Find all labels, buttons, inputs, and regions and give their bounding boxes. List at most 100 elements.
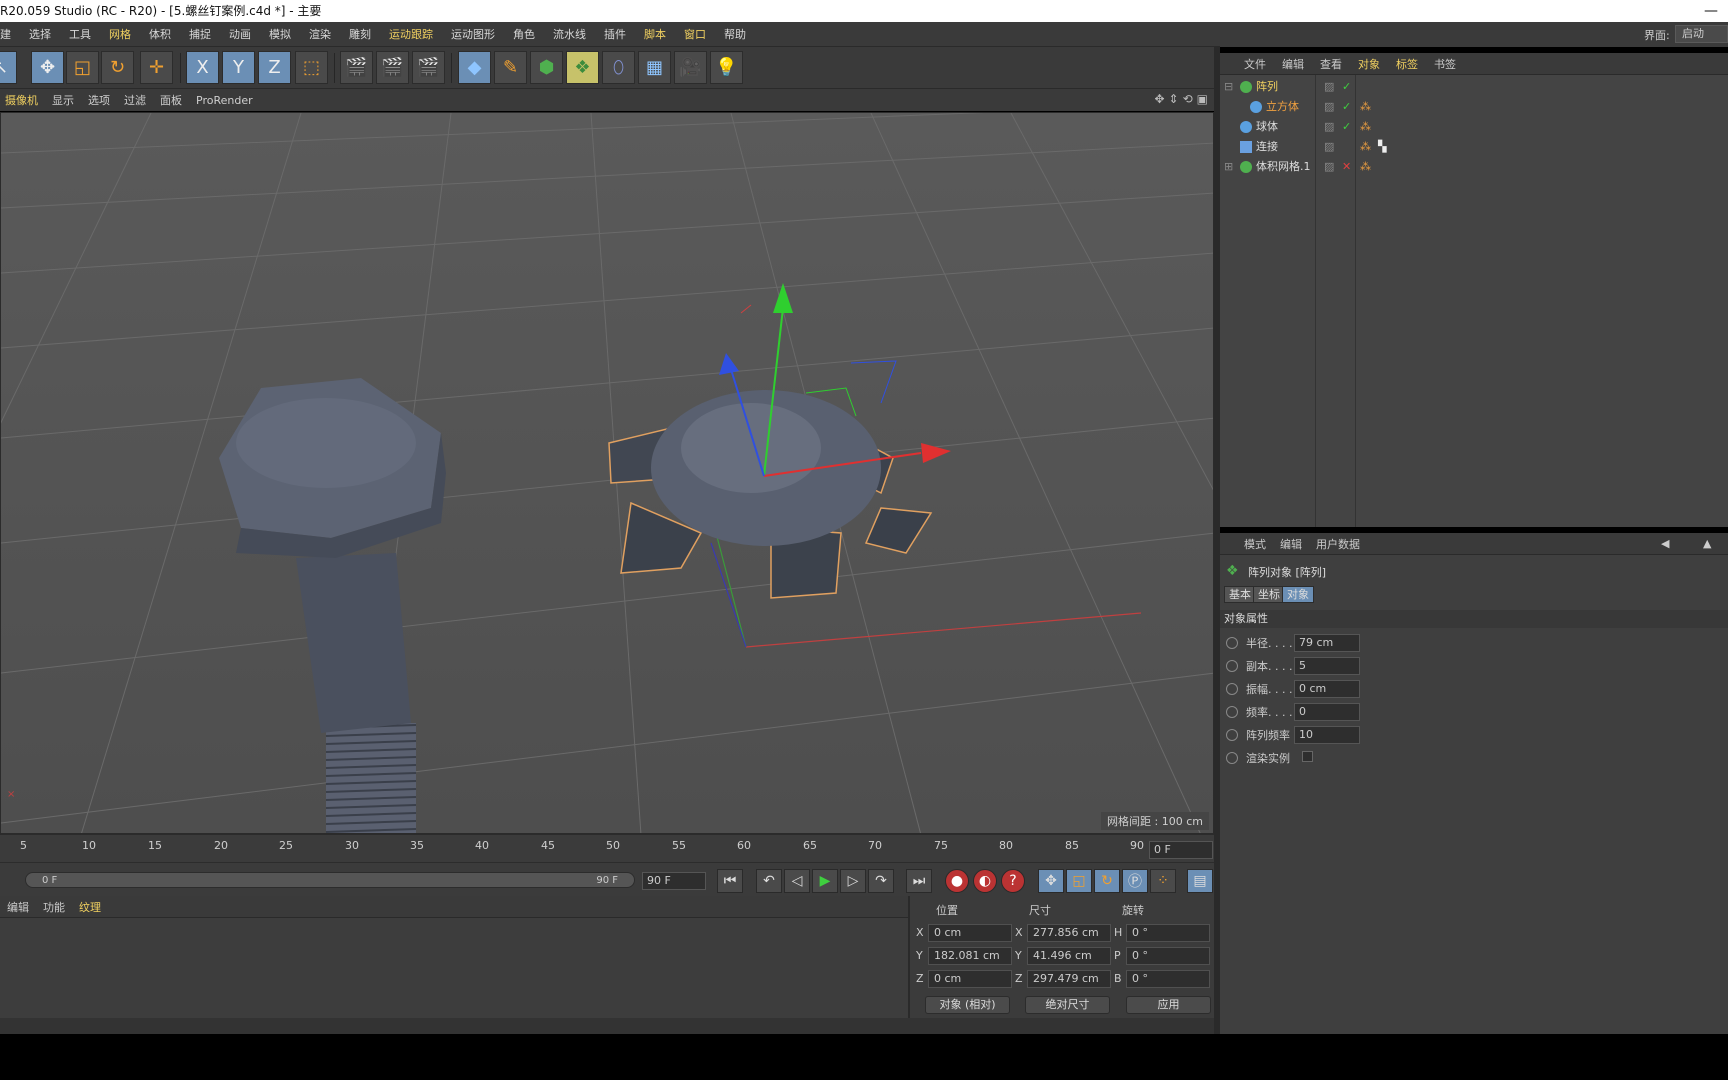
keyframe-selection-icon[interactable]: ? bbox=[1001, 869, 1025, 893]
menu-item-motion-tracking[interactable]: 运动跟踪 bbox=[380, 26, 442, 42]
render-instances-checkbox[interactable] bbox=[1302, 751, 1313, 762]
z-axis-icon[interactable]: Z bbox=[258, 51, 291, 84]
key-move-icon[interactable]: ✥ bbox=[1038, 869, 1064, 893]
record-icon[interactable]: ● bbox=[945, 869, 969, 893]
visible-check-icon[interactable]: ✓ bbox=[1342, 77, 1351, 97]
edit-icon[interactable]: ▨ bbox=[1324, 137, 1334, 157]
am-menu-mode[interactable]: 模式 bbox=[1220, 536, 1273, 552]
render-settings-icon[interactable]: 🎬 bbox=[412, 51, 445, 84]
radius-field[interactable]: 79 cm bbox=[1294, 634, 1360, 652]
select-icon[interactable]: ↖ bbox=[0, 51, 17, 84]
viewport-menu-panel[interactable]: 面板 bbox=[153, 92, 189, 108]
render-picture-icon[interactable]: 🎬 bbox=[376, 51, 409, 84]
rotate-icon[interactable]: ↻ bbox=[101, 51, 134, 84]
menu-item-plugins[interactable]: 插件 bbox=[595, 26, 635, 42]
menu-item-pipeline[interactable]: 流水线 bbox=[544, 26, 595, 42]
edit-icon[interactable]: ▨ bbox=[1324, 97, 1334, 117]
go-to-end-icon[interactable]: ⏭ bbox=[906, 869, 932, 893]
om-menu-objects[interactable]: 对象 bbox=[1350, 56, 1388, 72]
end-frame-field[interactable]: 90 F bbox=[642, 872, 706, 890]
camera-icon[interactable]: 🎥 bbox=[674, 51, 707, 84]
pos-z-field[interactable]: 0 cm bbox=[928, 970, 1012, 988]
previous-key-icon[interactable]: ↶ bbox=[756, 869, 782, 893]
rot-b-field[interactable]: 0 ° bbox=[1126, 970, 1210, 988]
pos-x-field[interactable]: 0 cm bbox=[928, 924, 1012, 942]
tab-object[interactable]: 对象 bbox=[1282, 586, 1314, 603]
play-icon[interactable]: ▶ bbox=[812, 869, 838, 893]
animate-radio-icon[interactable] bbox=[1226, 683, 1238, 695]
menu-item-script[interactable]: 脚本 bbox=[635, 26, 675, 42]
current-frame-field[interactable]: 0 F bbox=[1149, 841, 1213, 859]
next-key-icon[interactable]: ↷ bbox=[868, 869, 894, 893]
timeline-window-icon[interactable]: ▤ bbox=[1187, 869, 1213, 893]
timeline-ruler[interactable]: 5 10 15 20 25 30 35 40 45 50 55 60 65 70… bbox=[0, 834, 1214, 862]
rot-p-field[interactable]: 0 ° bbox=[1126, 947, 1210, 965]
animate-radio-icon[interactable] bbox=[1226, 637, 1238, 649]
size-x-field[interactable]: 277.856 cm bbox=[1027, 924, 1111, 942]
coordinate-system-icon[interactable]: ⬚ bbox=[295, 51, 328, 84]
disabled-x-icon[interactable]: ✕ bbox=[1342, 157, 1351, 177]
x-axis-icon[interactable]: X bbox=[186, 51, 219, 84]
subdivision-icon[interactable]: ⬢ bbox=[530, 51, 563, 84]
y-axis-icon[interactable]: Y bbox=[222, 51, 255, 84]
menu-item-render[interactable]: 渲染 bbox=[300, 26, 340, 42]
rot-h-field[interactable]: 0 ° bbox=[1126, 924, 1210, 942]
copies-field[interactable]: 5 bbox=[1294, 657, 1360, 675]
frame-range-slider[interactable]: 0 F 90 F bbox=[25, 872, 635, 888]
tab-basic[interactable]: 基本 bbox=[1224, 586, 1256, 603]
menu-item-mograph[interactable]: 运动图形 bbox=[442, 26, 504, 42]
scale-icon[interactable]: ◱ bbox=[66, 51, 99, 84]
viewport-menu-filter[interactable]: 过滤 bbox=[117, 92, 153, 108]
edit-icon[interactable]: ▨ bbox=[1324, 77, 1334, 97]
tag-icon[interactable]: ⁂ bbox=[1360, 97, 1371, 117]
array-frequency-field[interactable]: 10 bbox=[1294, 726, 1360, 744]
expand-icon[interactable]: ⊟ bbox=[1224, 77, 1233, 97]
tag-icon[interactable]: ⁂ bbox=[1360, 117, 1371, 137]
tag-icon[interactable]: ⁂ bbox=[1360, 157, 1371, 177]
pos-y-field[interactable]: 182.081 cm bbox=[928, 947, 1012, 965]
animate-radio-icon[interactable] bbox=[1226, 752, 1238, 764]
coord-mode-select[interactable]: 对象 (相对) bbox=[925, 996, 1010, 1014]
menu-item-select[interactable]: 选择 bbox=[20, 26, 60, 42]
viewport-nav-icons[interactable]: ✥⇕⟲▣ bbox=[1154, 92, 1212, 106]
animate-radio-icon[interactable] bbox=[1226, 729, 1238, 741]
3d-viewport[interactable]: × 网格间距 : 100 cm bbox=[0, 112, 1214, 834]
up-arrow-icon[interactable]: ▲ bbox=[1696, 537, 1718, 550]
menu-item-window[interactable]: 窗口 bbox=[675, 26, 715, 42]
object-row-cube[interactable]: 立方体 ▨ ✓ ⁂ bbox=[1220, 97, 1728, 117]
key-rotate-icon[interactable]: ↻ bbox=[1094, 869, 1120, 893]
om-menu-file[interactable]: 文件 bbox=[1220, 56, 1274, 72]
back-arrow-icon[interactable]: ◀ bbox=[1654, 537, 1676, 550]
viewport-menu-options[interactable]: 选项 bbox=[81, 92, 117, 108]
menu-item-mesh[interactable]: 网格 bbox=[100, 26, 140, 42]
menu-item-build[interactable]: 建 bbox=[0, 26, 20, 42]
om-menu-bookmarks[interactable]: 书签 bbox=[1426, 56, 1464, 72]
object-row-volume-mesher[interactable]: ⊞ 体积网格.1 ▨ ✕ ⁂ bbox=[1220, 157, 1728, 177]
viewport-menu-display[interactable]: 显示 bbox=[45, 92, 81, 108]
menu-item-animate[interactable]: 动画 bbox=[220, 26, 260, 42]
animate-radio-icon[interactable] bbox=[1226, 706, 1238, 718]
pen-icon[interactable]: ✎ bbox=[494, 51, 527, 84]
next-frame-icon[interactable]: ▷ bbox=[840, 869, 866, 893]
texture-tag-icon[interactable]: ▚ bbox=[1378, 137, 1386, 157]
light-icon[interactable]: 💡 bbox=[710, 51, 743, 84]
menu-item-snap[interactable]: 捕捉 bbox=[180, 26, 220, 42]
frequency-field[interactable]: 0 bbox=[1294, 703, 1360, 721]
key-scale-icon[interactable]: ◱ bbox=[1066, 869, 1092, 893]
object-row-array[interactable]: ⊟ 阵列 ▨ ✓ bbox=[1220, 77, 1728, 97]
material-menu-edit[interactable]: 编辑 bbox=[0, 899, 36, 915]
apply-button[interactable]: 应用 bbox=[1126, 996, 1211, 1014]
auto-key-icon[interactable]: ◐ bbox=[973, 869, 997, 893]
menu-item-character[interactable]: 角色 bbox=[504, 26, 544, 42]
animate-radio-icon[interactable] bbox=[1226, 660, 1238, 672]
minimize-button[interactable]: — bbox=[1704, 0, 1718, 22]
deformer-icon[interactable]: ⬯ bbox=[602, 51, 635, 84]
visible-check-icon[interactable]: ✓ bbox=[1342, 97, 1351, 117]
size-z-field[interactable]: 297.479 cm bbox=[1027, 970, 1111, 988]
tag-icon[interactable]: ⁂ bbox=[1360, 137, 1371, 157]
previous-frame-icon[interactable]: ◁ bbox=[784, 869, 810, 893]
floor-icon[interactable]: ▦ bbox=[638, 51, 671, 84]
viewport-menu-camera[interactable]: 摄像机 bbox=[0, 92, 45, 108]
visible-check-icon[interactable]: ✓ bbox=[1342, 117, 1351, 137]
layout-select[interactable]: 启动 bbox=[1675, 25, 1728, 43]
